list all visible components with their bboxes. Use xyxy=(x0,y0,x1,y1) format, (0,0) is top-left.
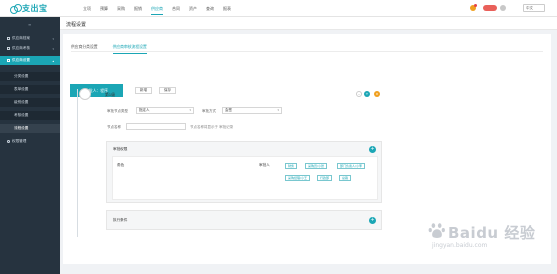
chevron-up-icon: ▴ xyxy=(52,58,54,63)
approver-tag[interactable]: 财务 xyxy=(285,163,298,169)
chevron-down-icon: ▾ xyxy=(277,108,279,112)
sidebar-item-label: 权限管理 xyxy=(12,139,27,143)
nav-item-purchase[interactable]: 采购 xyxy=(117,6,125,15)
sidebar-item-supplier-settings[interactable]: 供应商设置 ▴ xyxy=(0,56,60,65)
sidebar-item-label: 供应商设置 xyxy=(12,58,30,62)
node-name-label: 节点名称 xyxy=(107,125,121,129)
app-logo[interactable]: 支出宝 xyxy=(10,3,48,14)
sidebar-item-label: 供应商档案 xyxy=(12,36,30,40)
add-approver-button[interactable]: + xyxy=(369,146,376,153)
approver-rule: 角色 审批人 财务 采购员/小张 部门负责人/小李 采购经理/小王 行政部 总裁 xyxy=(112,156,378,200)
sidebar-item-form-settings[interactable]: 表单设置 xyxy=(0,85,60,94)
logo-text: 支出宝 xyxy=(22,4,48,13)
chevron-down-icon: ▾ xyxy=(52,36,54,41)
tab-category-settings[interactable]: 供应商分类设置 xyxy=(71,44,98,54)
sidebar: ≡ 供应商档案 ▾ 供应商考核 ▾ 供应商设置 ▴ 分类设置 表单设置 级别设置… xyxy=(0,17,60,274)
sidebar-item-label: 考核设置 xyxy=(14,113,29,117)
nav-item-query[interactable]: 查询 xyxy=(206,6,214,15)
approver-label: 审批人 xyxy=(259,163,270,167)
lock-icon xyxy=(7,140,10,143)
tab-review-process[interactable]: 供应商审核流程设置 xyxy=(112,44,147,54)
sidebar-item-label: 流程设置 xyxy=(14,126,29,130)
node-name-input[interactable] xyxy=(126,123,186,130)
language-select[interactable]: 中文 xyxy=(523,4,545,12)
page-title: 流程设置 xyxy=(66,22,87,28)
sidebar-item-assessment-settings[interactable]: 考核设置 xyxy=(0,111,60,120)
language-value: 中文 xyxy=(526,6,533,10)
top-bar: 支出宝 立项 预算 采购 报销 供应商 合同 资产 查询 报表 中文 xyxy=(0,0,557,17)
approver-tag[interactable]: 采购员/小张 xyxy=(305,163,328,169)
sidebar-item-label: 表单设置 xyxy=(14,87,29,91)
save-button[interactable]: 保存 xyxy=(159,87,176,94)
avatar[interactable] xyxy=(500,5,506,11)
user-name-pill[interactable] xyxy=(483,5,497,11)
condition-card: 执行条件 + xyxy=(106,210,382,230)
settings-icon xyxy=(7,59,10,62)
add-condition-button[interactable]: + xyxy=(369,217,376,224)
notification-badge xyxy=(474,4,477,7)
page-header: 流程设置 xyxy=(60,17,557,30)
flow-connector xyxy=(77,89,78,237)
condition-role-label: 角色 xyxy=(117,163,125,167)
nav-item-asset[interactable]: 资产 xyxy=(189,6,197,15)
approver-type-value: 指定人 xyxy=(139,108,150,112)
add-node-button[interactable]: + xyxy=(364,91,370,97)
approval-mode-value: 会签 xyxy=(225,108,232,112)
approver-tag[interactable]: 总裁 xyxy=(339,175,352,181)
sidebar-item-process-settings[interactable]: 流程设置 xyxy=(0,124,60,133)
approver-card-title: 审批权限 xyxy=(113,147,128,151)
top-nav: 立项 预算 采购 报销 供应商 合同 资产 查询 报表 xyxy=(83,6,240,15)
approver-tag[interactable]: 部门负责人/小李 xyxy=(337,163,366,169)
approver-card: 审批权限 + 角色 审批人 财务 采购员/小张 部门负责人/小李 采购经理/小王… xyxy=(106,141,382,203)
sidebar-item-label: 级别设置 xyxy=(14,100,29,104)
approver-type-label: 审批节点类型 xyxy=(107,109,128,113)
doc-icon xyxy=(7,47,10,50)
add-button[interactable]: 新增 xyxy=(135,87,152,94)
node-name-hint: 节点名称将显示于 审批记录 xyxy=(190,125,234,129)
approval-mode-select[interactable]: 会签 ▾ xyxy=(222,107,282,114)
nav-item-report[interactable]: 报表 xyxy=(223,6,231,15)
sidebar-item-label: 分类设置 xyxy=(14,74,29,78)
delete-node-button[interactable]: × xyxy=(374,91,380,97)
chevron-down-icon: ▾ xyxy=(189,108,191,112)
condition-card-title: 执行条件 xyxy=(113,218,128,222)
logo-icon xyxy=(10,4,22,14)
sidebar-item-supplier-assessment[interactable]: 供应商考核 ▾ xyxy=(0,44,60,53)
nav-item-reimburse[interactable]: 报销 xyxy=(134,6,142,15)
watermark-url: jingyan.baidu.com xyxy=(432,242,488,249)
tab-bar: 供应商分类设置 供应商审核流程设置 xyxy=(71,44,162,54)
baidu-paw-icon xyxy=(428,223,445,238)
node-circle xyxy=(79,88,91,100)
approval-mode-label: 审批方式 xyxy=(202,109,216,113)
collapse-node-button[interactable]: – xyxy=(356,91,362,97)
doc-icon xyxy=(7,37,10,40)
node-title: 第1级 xyxy=(105,92,116,97)
tab-divider xyxy=(71,51,543,52)
approver-tag[interactable]: 采购经理/小王 xyxy=(285,175,311,181)
chevron-down-icon: ▾ xyxy=(52,46,54,51)
sidebar-item-category-settings[interactable]: 分类设置 xyxy=(0,72,60,81)
menu-collapse-icon[interactable]: ≡ xyxy=(28,22,31,27)
approver-type-select[interactable]: 指定人 ▾ xyxy=(136,107,194,114)
watermark-brand: Baidu 经验 xyxy=(448,224,536,242)
sidebar-item-permission[interactable]: 权限管理 xyxy=(0,137,60,146)
approver-tag[interactable]: 行政部 xyxy=(317,175,333,181)
nav-item-supplier[interactable]: 供应商 xyxy=(151,6,163,15)
nav-item-project[interactable]: 立项 xyxy=(83,6,91,15)
nav-item-contract[interactable]: 合同 xyxy=(172,6,180,15)
sidebar-item-level-settings[interactable]: 级别设置 xyxy=(0,98,60,107)
sidebar-item-label: 供应商考核 xyxy=(12,46,30,50)
sidebar-item-supplier-archive[interactable]: 供应商档案 ▾ xyxy=(0,34,60,43)
nav-item-budget[interactable]: 预算 xyxy=(100,6,108,15)
